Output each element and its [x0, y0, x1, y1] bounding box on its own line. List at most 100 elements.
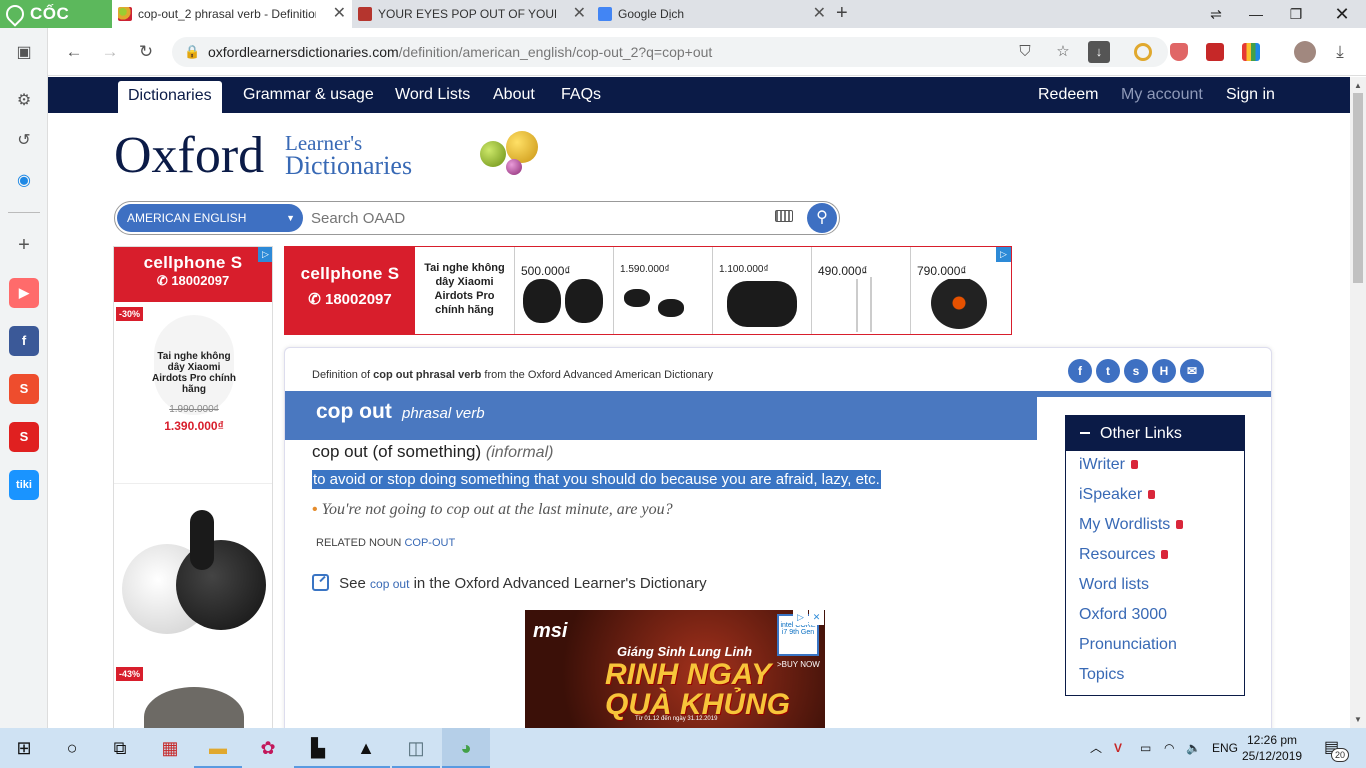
msi-buy-now[interactable]: >BUY NOW: [777, 660, 820, 669]
email-icon[interactable]: ✉: [1180, 359, 1204, 383]
windows-start-icon[interactable]: ⊞: [0, 728, 48, 768]
nav-dictionaries[interactable]: Dictionaries: [118, 81, 222, 113]
adchoices-icon[interactable]: ▷: [258, 247, 272, 262]
forward-icon[interactable]: →: [96, 38, 124, 66]
see-term[interactable]: cop out: [370, 577, 409, 591]
nav-redeem[interactable]: Redeem: [1038, 77, 1098, 113]
nav-my-account[interactable]: My account: [1121, 77, 1203, 113]
related-link[interactable]: COP-OUT: [404, 537, 455, 549]
battery-icon[interactable]: ▭: [1140, 728, 1151, 768]
other-link-resources[interactable]: Resources: [1079, 546, 1169, 564]
nav-about[interactable]: About: [493, 77, 535, 113]
close-window-button[interactable]: ✕: [1322, 0, 1362, 28]
messenger-icon[interactable]: ◉: [9, 166, 39, 196]
browser-tab-strip: CỐC CỐC cop-out_2 phrasal verb - Definit…: [0, 0, 1366, 51]
other-link-word-lists[interactable]: Word lists: [1079, 576, 1149, 594]
adchoices-icon[interactable]: ▷: [996, 247, 1011, 262]
task-view-icon[interactable]: ⧉: [96, 728, 144, 768]
scroll-up-icon[interactable]: ▲: [1354, 81, 1362, 90]
facebook-icon[interactable]: f: [9, 326, 39, 356]
close-tab-icon[interactable]: ✕: [813, 0, 826, 28]
tab-your-eyes[interactable]: YOUR EYES POP OUT OF YOUR HE ✕: [352, 0, 592, 28]
settings-icon[interactable]: ⚙: [9, 86, 39, 116]
show-hidden-icons-icon[interactable]: ︿: [1090, 728, 1102, 768]
ad-new-price: 1.390.000₫: [164, 419, 224, 433]
cortana-search-icon[interactable]: ○: [48, 728, 96, 768]
stumbleupon-icon[interactable]: s: [1124, 359, 1148, 383]
keyboard-icon[interactable]: [775, 210, 793, 222]
coccoc-menu-button[interactable]: CỐC CỐC: [0, 0, 112, 51]
screen-icon[interactable]: ▣: [9, 38, 39, 68]
tab-google-translate[interactable]: Google Dịch ✕: [592, 0, 832, 28]
paint-app-icon[interactable]: ✿: [244, 728, 292, 768]
tab-search-button[interactable]: ⇌: [1196, 0, 1236, 28]
tray-app-icon[interactable]: V: [1114, 728, 1122, 768]
profile-avatar[interactable]: [1294, 41, 1316, 63]
address-bar[interactable]: 🔒 oxfordlearnersdictionaries.com/definit…: [172, 37, 1168, 67]
input-language[interactable]: ENG: [1212, 728, 1238, 768]
source-term: cop out phrasal verb: [373, 369, 482, 381]
extension-shield-icon[interactable]: [1170, 43, 1188, 61]
ad-msi[interactable]: msi Giáng Sinh Lung Linh RINH NGAY QUÀ K…: [525, 610, 825, 728]
new-tab-button[interactable]: +: [836, 0, 856, 28]
facebook-icon[interactable]: f: [1068, 359, 1092, 383]
msi-logo: msi: [533, 620, 568, 642]
youtube-icon[interactable]: ▶: [9, 278, 39, 308]
sendo-icon[interactable]: S: [9, 422, 39, 452]
hatena-icon[interactable]: H: [1152, 359, 1176, 383]
nav-grammar-usage[interactable]: Grammar & usage: [243, 77, 374, 113]
download-page-icon[interactable]: ↓: [1088, 41, 1110, 63]
back-icon[interactable]: ←: [60, 38, 88, 66]
file-explorer-icon[interactable]: ▬: [194, 728, 242, 768]
bookmark-star-icon[interactable]: ☆: [1052, 41, 1074, 63]
close-tab-icon[interactable]: ✕: [333, 0, 346, 28]
close-ad-icon[interactable]: ✕: [809, 610, 824, 625]
twitter-icon[interactable]: t: [1096, 359, 1120, 383]
other-link-my-wordlists[interactable]: My Wordlists: [1079, 516, 1184, 534]
coccoc-taskbar-icon[interactable]: ◕: [442, 728, 490, 768]
reload-icon[interactable]: ↻: [132, 38, 160, 66]
page-scrollbar[interactable]: ▲ ▼: [1350, 77, 1366, 728]
other-link-oxford-3000[interactable]: Oxford 3000: [1079, 606, 1167, 624]
notes-app-icon[interactable]: ▙: [294, 728, 342, 768]
nav-sign-in[interactable]: Sign in: [1226, 77, 1275, 113]
scroll-down-icon[interactable]: ▼: [1354, 715, 1362, 724]
definition-text[interactable]: to avoid or stop doing something that yo…: [312, 470, 881, 489]
photos-app-icon[interactable]: ▲: [342, 728, 390, 768]
other-link-pronunciation[interactable]: Pronunciation: [1079, 636, 1177, 654]
ad-banner[interactable]: cellphone S ✆ 18002097 Tai nghe không dâ…: [284, 246, 1012, 335]
volume-icon[interactable]: 🔈: [1186, 728, 1201, 768]
search-button[interactable]: ⚲: [807, 203, 837, 233]
see-also-link[interactable]: See cop out in the Oxford Advanced Learn…: [312, 574, 707, 592]
shopee-icon[interactable]: S: [9, 374, 39, 404]
search-input[interactable]: [311, 206, 761, 230]
ad-left-skyscraper[interactable]: cellphone S ✆ 18002097 ▷ -30% Tai nghe k…: [113, 246, 273, 728]
downloads-icon[interactable]: ⤓: [1326, 38, 1354, 66]
other-link-iwriter[interactable]: iWriter: [1079, 456, 1138, 474]
add-icon[interactable]: +: [9, 230, 39, 260]
other-link-topics[interactable]: Topics: [1079, 666, 1124, 684]
other-link-ispeaker[interactable]: iSpeaker: [1079, 486, 1156, 504]
other-links-header[interactable]: Other Links: [1066, 416, 1244, 451]
tiki-icon[interactable]: tiki: [9, 470, 39, 500]
close-tab-icon[interactable]: ✕: [573, 0, 586, 28]
dictionary-select[interactable]: AMERICAN ENGLISH ▼: [117, 204, 303, 232]
shield-icon[interactable]: ⛉: [1014, 41, 1036, 63]
scrollbar-thumb[interactable]: [1353, 93, 1363, 283]
app-icon[interactable]: ◫: [392, 728, 440, 768]
nav-word-lists[interactable]: Word Lists: [395, 77, 470, 113]
clock[interactable]: 12:26 pm 25/12/2019: [1242, 732, 1302, 764]
tab-oxford[interactable]: cop-out_2 phrasal verb - Definition ✕: [112, 0, 352, 28]
app-icon[interactable]: ▦: [146, 728, 194, 768]
nav-faqs[interactable]: FAQs: [561, 77, 601, 113]
extension-chrome-icon[interactable]: [1134, 43, 1152, 61]
extension-colors-icon[interactable]: [1242, 43, 1260, 61]
wifi-icon[interactable]: ◠: [1164, 728, 1174, 768]
extension-sync-icon[interactable]: [1206, 43, 1224, 61]
url-text[interactable]: oxfordlearnersdictionaries.com/definitio…: [208, 37, 712, 67]
maximize-button[interactable]: ❐: [1276, 0, 1316, 28]
history-icon[interactable]: ↺: [9, 126, 39, 156]
minimize-button[interactable]: —: [1236, 0, 1276, 28]
msi-promo-headline: RINH NGAY: [605, 658, 772, 691]
adchoices-icon[interactable]: ▷: [793, 610, 808, 625]
